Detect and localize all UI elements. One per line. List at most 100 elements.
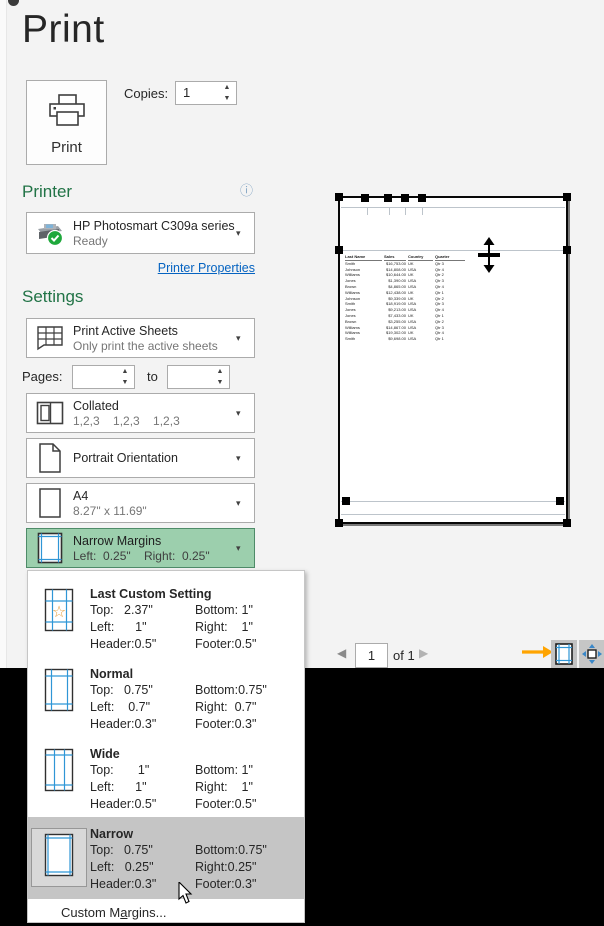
print-preview-page: Last NameSalesCountryQuarterSmith$16,753…: [338, 196, 568, 524]
top-margin-handle[interactable]: [563, 246, 571, 254]
preview-table-cell: USA: [408, 336, 433, 342]
print-backstage-pane: Print Print Copies: 1 ▲ ▼ Printer ⓘ: [0, 0, 604, 668]
row-resize-cursor-icon: [478, 237, 500, 273]
menu-item-last-custom-setting[interactable]: ☆ Last Custom Setting Top: 2.37"Bottom: …: [28, 577, 304, 657]
menu-item-title: Wide: [90, 746, 304, 762]
pages-to-stepper[interactable]: ▲ ▼: [167, 365, 230, 389]
margins-select[interactable]: Narrow Margins Left: 0.25" Right: 0.25" …: [26, 528, 255, 568]
printer-properties-link[interactable]: Printer Properties: [0, 261, 255, 275]
corner-handle[interactable]: [563, 519, 571, 527]
column-handle[interactable]: [418, 194, 426, 202]
preview-table-cell: $9,698.00: [384, 336, 406, 342]
pages-to-label: to: [147, 369, 158, 384]
printer-status: Ready: [73, 234, 236, 249]
pages-to-increment-icon[interactable]: ▲: [215, 367, 225, 376]
pages-label: Pages:: [22, 369, 62, 384]
bottom-margin-handle[interactable]: [556, 497, 564, 505]
column-handle[interactable]: [401, 194, 409, 202]
header-margin-line[interactable]: [341, 207, 565, 208]
margins-title: Narrow Margins: [73, 533, 236, 549]
preview-table-header: Country: [408, 254, 433, 261]
column-tick: [422, 207, 423, 215]
menu-item-normal[interactable]: Normal Top: 0.75"Bottom:0.75" Left: 0.7"…: [28, 657, 304, 737]
menu-item-narrow[interactable]: Narrow Top: 0.75"Bottom:0.75" Left: 0.25…: [28, 817, 304, 899]
info-icon[interactable]: ⓘ: [240, 180, 253, 199]
next-page-icon[interactable]: ▶: [419, 646, 428, 660]
copies-decrement-icon[interactable]: ▼: [222, 94, 232, 103]
previous-page-icon[interactable]: ◀: [337, 646, 346, 660]
column-handle[interactable]: [384, 194, 392, 202]
show-margins-button[interactable]: [551, 640, 577, 668]
chevron-down-icon: ▾: [236, 498, 254, 509]
page-number-input[interactable]: 1: [355, 643, 388, 668]
printer-section-heading: Printer: [22, 182, 72, 202]
footer-margin-line[interactable]: [341, 514, 565, 515]
print-button-label: Print: [51, 139, 82, 156]
paper-size-title: A4: [73, 488, 236, 504]
custom-margins-menu-item[interactable]: Custom Margins...: [28, 899, 304, 925]
annotation-arrow-icon: [521, 644, 553, 660]
column-tick: [367, 207, 368, 215]
corner-handle[interactable]: [335, 193, 343, 201]
preview-data-table: Last NameSalesCountryQuarterSmith$16,753…: [345, 254, 465, 342]
menu-item-title: Last Custom Setting: [90, 586, 304, 602]
preview-table-header: Quarter: [435, 254, 465, 261]
column-handle[interactable]: [361, 194, 369, 202]
print-button[interactable]: Print: [26, 80, 107, 165]
back-arrow-icon[interactable]: [8, 0, 19, 6]
preview-table-header: Sales: [384, 254, 406, 261]
pages-to-decrement-icon[interactable]: ▼: [215, 378, 225, 387]
menu-item-title: Narrow: [90, 826, 304, 842]
preview-table-cell: Qtr 1: [435, 336, 465, 342]
mouse-cursor-icon: [178, 882, 193, 904]
printer-icon: [46, 93, 88, 129]
pages-from-increment-icon[interactable]: ▲: [120, 367, 130, 376]
printer-device-icon: [27, 219, 73, 247]
paper-size-select[interactable]: A4 8.27" x 11.69" ▾: [26, 483, 255, 523]
margins-wide-icon: [44, 748, 74, 797]
chevron-down-icon: ▾: [236, 333, 254, 344]
collation-select[interactable]: Collated 1,2,3 1,2,3 1,2,3 ▾: [26, 393, 255, 433]
chevron-down-icon: ▾: [236, 543, 254, 554]
copies-increment-icon[interactable]: ▲: [222, 83, 232, 92]
collation-title: Collated: [73, 398, 236, 414]
margins-normal-icon: [44, 668, 74, 717]
bottom-margin-handle[interactable]: [342, 497, 350, 505]
menu-item-title: Normal: [90, 666, 304, 682]
print-what-subtitle: Only print the active sheets: [73, 339, 236, 354]
menu-item-wide[interactable]: Wide Top: 1"Bottom: 1" Left: 1"Right: 1"…: [28, 737, 304, 817]
top-margin-handle[interactable]: [335, 246, 343, 254]
top-margin-line[interactable]: [341, 250, 565, 251]
copies-value[interactable]: 1: [183, 85, 190, 100]
copies-label: Copies:: [124, 86, 168, 101]
chevron-down-icon: ▾: [236, 453, 254, 464]
paper-size-subtitle: 8.27" x 11.69": [73, 504, 236, 519]
preview-table-header: Last Name: [345, 254, 382, 261]
column-tick: [389, 207, 390, 215]
collated-icon: [27, 401, 73, 425]
orientation-title: Portrait Orientation: [73, 450, 236, 466]
chevron-down-icon: ▾: [236, 408, 254, 419]
print-what-select[interactable]: Print Active Sheets Only print the activ…: [26, 318, 255, 358]
corner-handle[interactable]: [335, 519, 343, 527]
margins-narrow-icon: [31, 828, 87, 887]
printer-select[interactable]: HP Photosmart C309a series Ready ▾: [26, 212, 255, 254]
settings-section-heading: Settings: [22, 287, 83, 307]
chevron-down-icon: ▾: [236, 228, 254, 239]
paper-page-icon: [27, 487, 73, 519]
margins-subtitle: Left: 0.25" Right: 0.25": [73, 549, 236, 564]
corner-handle[interactable]: [563, 193, 571, 201]
zoom-to-page-icon: [582, 644, 602, 664]
pane-left-edge: [0, 0, 7, 668]
pages-from-decrement-icon[interactable]: ▼: [120, 378, 130, 387]
narrow-margins-icon: [27, 532, 73, 564]
zoom-to-page-button[interactable]: [579, 640, 604, 668]
orientation-select[interactable]: Portrait Orientation ▾: [26, 438, 255, 478]
column-tick: [405, 207, 406, 215]
page-title: Print: [22, 8, 105, 52]
bottom-margin-line[interactable]: [341, 501, 565, 502]
active-sheets-icon: [27, 325, 73, 351]
copies-stepper[interactable]: 1 ▲ ▼: [175, 81, 237, 105]
margins-custom-icon: ☆: [44, 588, 74, 637]
pages-from-stepper[interactable]: ▲ ▼: [72, 365, 135, 389]
